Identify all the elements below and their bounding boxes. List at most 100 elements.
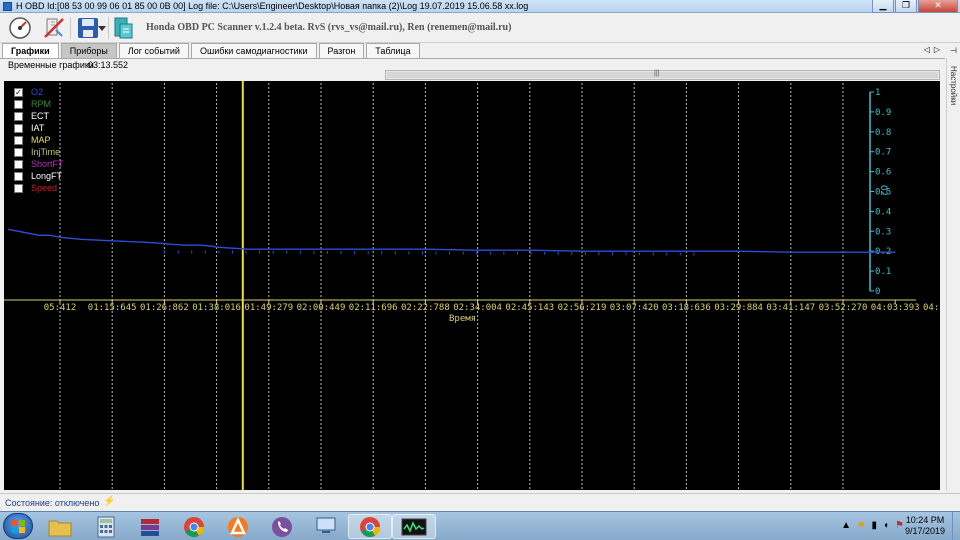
legend-item-map[interactable]: MAP	[14, 134, 64, 146]
graph-header: Временные графики 03:13.552	[0, 58, 945, 70]
x-tick-label: 01:49:279	[244, 303, 293, 313]
legend-checkbox[interactable]	[14, 123, 23, 133]
tab-scroll-left-icon[interactable]: ◁	[924, 45, 930, 54]
tab-graphs[interactable]: Графики	[2, 43, 59, 59]
network-icon[interactable]	[304, 514, 348, 539]
legend-item-speed[interactable]: Speed	[14, 182, 64, 194]
legend-item-iat[interactable]: IAT	[14, 122, 64, 134]
x-tick-label: 03:41:147	[766, 303, 815, 313]
status-bar: Состояние: отключено ⚡	[0, 493, 960, 511]
legend-checkbox[interactable]: ✓	[14, 87, 23, 97]
settings-panel[interactable]: Настройки	[946, 58, 960, 490]
close-icon[interactable]: ✕	[918, 0, 958, 13]
tab-bar: Графики Приборы Лог событий Ошибки самод…	[2, 43, 422, 59]
x-tick-label: 01:15:645	[88, 303, 137, 313]
series-line-o2	[7, 228, 896, 253]
tab-scroll-right-icon[interactable]: ▷	[934, 45, 940, 54]
arrow-up-icon[interactable]: ▲	[841, 520, 851, 531]
x-tick-label: 02:34:004	[453, 303, 502, 313]
start-icon[interactable]	[3, 513, 33, 539]
dropdown-icon[interactable]	[96, 15, 108, 41]
tab-acceleration[interactable]: Разгон	[318, 43, 365, 58]
y-axis-label: O2	[878, 185, 888, 196]
legend-item-longft[interactable]: LongFT	[14, 170, 64, 182]
legend-item-o2[interactable]: ✓ O2	[14, 86, 64, 98]
x-tick-label: 02:56:219	[558, 303, 607, 313]
show-desktop-button[interactable]	[952, 512, 960, 540]
taskbar: ▲ ✸ ▮ ◖ ⚑ 10:24 PM 9/17/2019	[0, 511, 960, 540]
title-bar: H OBD Id:[08 53 00 99 06 01 85 00 0B 00]…	[0, 0, 960, 13]
x-tick-label: 01:26:862	[140, 303, 189, 313]
x-tick-label: 03:07:420	[610, 303, 659, 313]
avast-icon[interactable]	[216, 514, 260, 539]
legend-label: MAP	[31, 135, 51, 145]
x-axis-label: Время	[449, 314, 477, 324]
tab-diagnostic-errors[interactable]: Ошибки самодиагностики	[190, 43, 317, 58]
legend-checkbox[interactable]	[14, 135, 23, 145]
x-tick-label: 05:412	[44, 303, 77, 313]
chrome-icon[interactable]	[348, 514, 392, 539]
calculator-icon[interactable]	[84, 514, 128, 539]
winrar-icon[interactable]	[128, 514, 172, 539]
viber-icon[interactable]	[260, 514, 304, 539]
legend-checkbox[interactable]	[14, 159, 23, 169]
horizontal-scrollbar[interactable]: |||	[385, 70, 940, 80]
legend-checkbox[interactable]	[14, 147, 23, 157]
tab-scroll: ◁ ▷	[924, 45, 940, 54]
disconnect-icon[interactable]	[40, 15, 68, 41]
x-tick-label: 01:38:016	[192, 303, 241, 313]
y-tick-label: 0	[875, 287, 880, 297]
y-tick-label: 1	[875, 88, 880, 98]
y-tick-label: 0.4	[875, 207, 891, 217]
legend-item-ect[interactable]: ECT	[14, 110, 64, 122]
chrome-icon[interactable]	[172, 514, 216, 539]
chart-canvas: 00.10.20.30.40.50.60.70.80.9105:412 01:15…	[4, 81, 940, 490]
window-controls: ▁ ❐ ✕	[871, 0, 958, 13]
connection-status: Состояние: отключено	[5, 498, 100, 508]
explorer-icon[interactable]	[38, 514, 82, 539]
app-icon	[3, 2, 12, 11]
x-tick-label: 02:22:788	[401, 303, 450, 313]
scrollbar-grip-icon: |||	[654, 70, 660, 77]
legend-checkbox[interactable]	[14, 171, 23, 181]
clock-date: 9/17/2019	[904, 526, 946, 536]
graph-mode-label: Временные графики	[8, 60, 94, 70]
volume-icon[interactable]: ◖	[883, 520, 889, 531]
time-chart[interactable]: 0 0.1 0.2 0.3 0.4 0.5 0.6 0.7 0.8 0.9 1 05:412 01:15…	[4, 81, 940, 490]
legend-label: Speed	[31, 183, 58, 193]
legend-checkbox[interactable]	[14, 99, 23, 109]
legend-label: ECT	[31, 111, 49, 121]
tab-table[interactable]: Таблица	[366, 43, 420, 58]
x-tick-label: 02:45:143	[505, 303, 554, 313]
y-tick-label: 0.9	[875, 108, 891, 118]
pin-icon[interactable]: ⊣	[950, 46, 957, 55]
y-tick-label: 0.6	[875, 168, 891, 178]
clock[interactable]: 10:24 PM 9/17/2019	[900, 515, 950, 537]
legend-label: IAT	[31, 123, 45, 133]
legend-item-rpm[interactable]: RPM	[14, 98, 64, 110]
weather-icon[interactable]: ✸	[857, 520, 865, 531]
legend-item-injtime[interactable]: InjTime	[14, 146, 64, 158]
legend-item-shortft[interactable]: ShortFT	[14, 158, 64, 170]
tab-event-log[interactable]: Лог событий	[118, 43, 189, 58]
settings-tab-label[interactable]: Настройки	[949, 66, 958, 105]
obd-scanner-icon[interactable]	[392, 514, 436, 539]
scrollbar-thumb[interactable]	[387, 72, 938, 78]
x-tick-label: 02:11:696	[349, 303, 398, 313]
restore-icon[interactable]: ❐	[895, 0, 917, 13]
legend-label: RPM	[31, 99, 51, 109]
legend-label: O2	[31, 87, 44, 97]
x-tick-label: 04:14:610	[923, 303, 940, 313]
chart-legend: ✓ O2 RPM ECT IAT MAP InjTime ShortFT LongFT Speed	[14, 86, 64, 194]
minimize-icon[interactable]: ▁	[872, 0, 894, 13]
legend-checkbox[interactable]	[14, 183, 23, 193]
tab-gauges[interactable]: Приборы	[60, 43, 117, 58]
gauge-icon[interactable]	[6, 15, 34, 41]
legend-checkbox[interactable]	[14, 111, 23, 121]
x-tick-label: 03:29:884	[714, 303, 763, 313]
legend-label: InjTime	[31, 147, 61, 157]
export-icon[interactable]	[110, 15, 138, 41]
battery-icon[interactable]: ▮	[871, 520, 877, 531]
app-name: Honda OBD PC Scanner v.1.2.4 beta. RvS (…	[146, 22, 512, 33]
x-tick-label: 04:03:393	[871, 303, 920, 313]
